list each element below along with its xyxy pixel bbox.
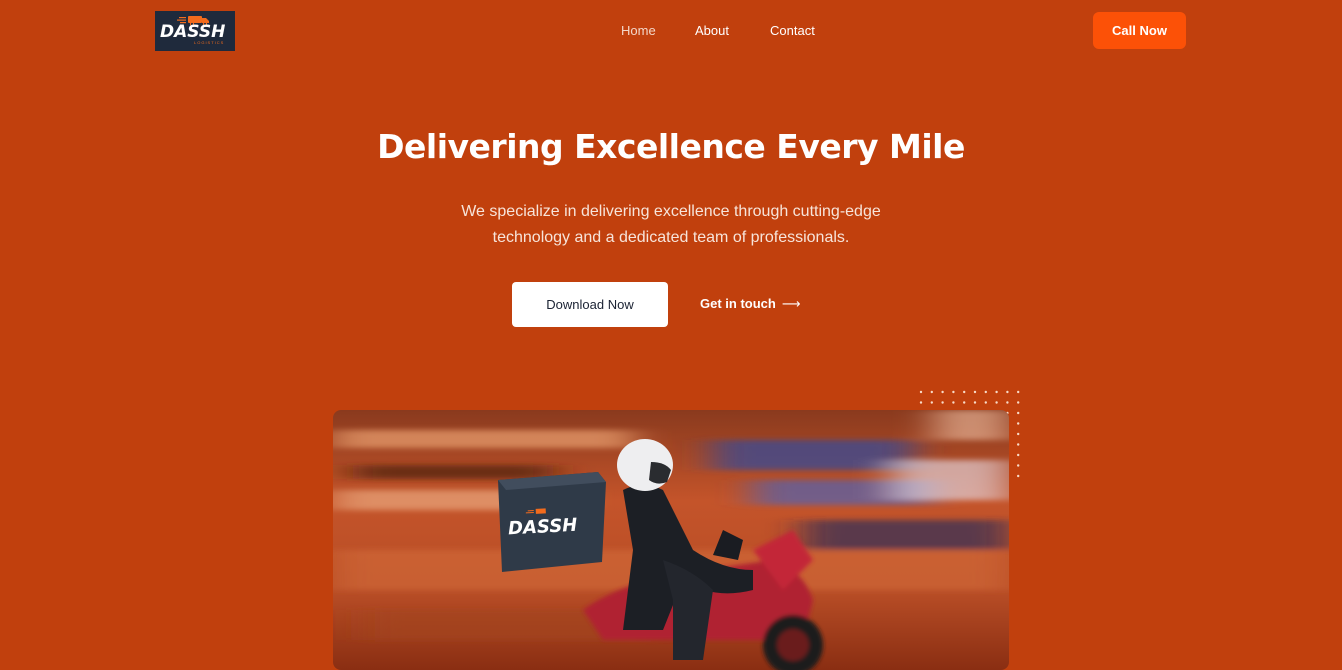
dot [984,390,987,394]
logo-tagline: LOGISTICS [194,40,225,45]
dot [919,401,923,404]
dot [1017,474,1020,478]
dot [963,401,966,404]
dot [1006,401,1009,404]
hero-subtitle: We specialize in delivering excellence t… [461,203,881,246]
dot [995,401,998,404]
dot [973,390,977,394]
dot [1017,422,1020,425]
dot [930,401,933,404]
dot [973,401,977,404]
dot [1006,390,1009,394]
nav-item-contact[interactable]: Contact [770,22,815,40]
download-now-button[interactable]: Download Now [512,282,668,327]
dot [1017,411,1020,415]
dot [952,401,955,404]
delivery-rider-image: DASSH [333,410,1009,670]
box-logo-text: DASSH [508,515,578,540]
dot [930,390,933,394]
dot [941,401,944,404]
dot [919,390,923,394]
dot [1017,390,1020,394]
dot [963,390,966,394]
dot [1017,432,1020,436]
dot [1017,453,1020,457]
hero-image: DASSH [333,410,1009,670]
dot [1017,443,1020,446]
hero-title: Delivering Excellence Every Mile [377,127,965,166]
call-now-button[interactable]: Call Now [1093,12,1186,49]
dot [952,390,955,394]
dot [1017,464,1020,467]
dot [995,390,998,394]
nav-item-about[interactable]: About [695,22,729,40]
nav-item-home[interactable]: Home [621,22,656,40]
dot [941,390,944,394]
long-arrow-right-icon: ⟶ [781,296,801,311]
dot [984,401,987,404]
dot [1017,401,1020,404]
get-in-touch-label: Get in touch [700,296,776,311]
get-in-touch-link[interactable]: Get in touch ⟶ [700,295,800,313]
